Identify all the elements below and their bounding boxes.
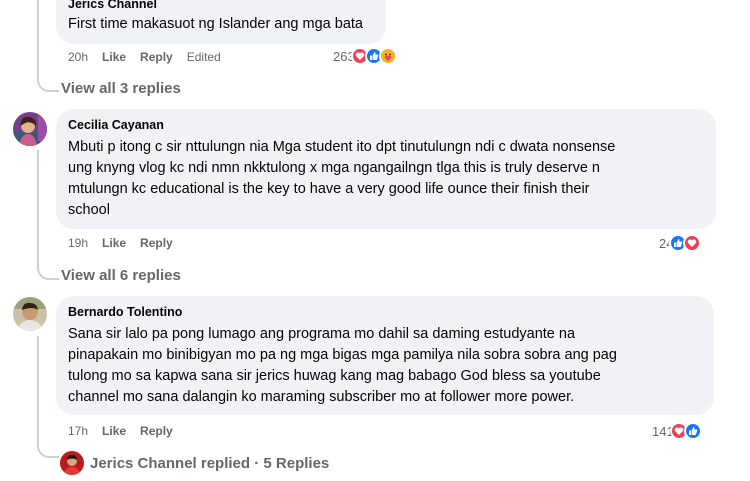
replied-summary-text: Jerics Channel replied · 5 Replies — [90, 454, 330, 472]
comment-author[interactable]: Jerics Channel — [68, 0, 374, 12]
thread-elbow — [37, 264, 59, 280]
comment-actions: 20h Like Reply Edited — [68, 50, 235, 64]
view-replies-link[interactable]: View all 3 replies — [61, 80, 181, 97]
care-icon — [378, 47, 397, 65]
view-replies-link[interactable]: View all 6 replies — [61, 267, 181, 284]
reaction-summary[interactable]: 263 — [333, 47, 397, 65]
heart-icon — [683, 234, 702, 252]
like-button[interactable]: Like — [102, 236, 126, 250]
comment-bubble: Bernardo Tolentino Sana sir lalo pa pong… — [56, 296, 714, 415]
comment-text-line: mtulungn kc educational is the key to ha… — [68, 181, 590, 197]
comment-text-line: pinapakain mo binibigyan mo pa ng mga bi… — [68, 347, 617, 363]
comment-time[interactable]: 20h — [68, 50, 88, 64]
like-icon — [683, 422, 702, 440]
comment-text-line: Mbuti p itong c sir nttulungn nia Mga st… — [68, 139, 616, 155]
comment-actions: 19h Like Reply — [68, 236, 187, 250]
comment-bubble: Cecilia Cayanan Mbuti p itong c sir nttu… — [56, 109, 716, 229]
comment-author[interactable]: Bernardo Tolentino — [68, 304, 702, 320]
comment-time[interactable]: 17h — [68, 424, 88, 438]
thread-line — [37, 0, 39, 80]
comment-bubble: Jerics Channel First time makasuot ng Is… — [56, 0, 386, 44]
avatar[interactable] — [13, 112, 47, 146]
comment-actions: 17h Like Reply — [68, 424, 187, 438]
reply-button[interactable]: Reply — [140, 236, 173, 250]
thread-elbow — [37, 76, 59, 92]
thread-elbow — [37, 442, 59, 458]
like-button[interactable]: Like — [102, 424, 126, 438]
comment-author[interactable]: Cecilia Cayanan — [68, 117, 704, 133]
reaction-summary[interactable]: 141 — [652, 422, 702, 440]
edited-label: Edited — [186, 50, 221, 64]
comment-text-line: school — [68, 202, 110, 218]
comment-text-line: tulong mo sa kapwa sana sir jerics huwag… — [68, 368, 601, 384]
comment-text-line: channel mo sana dalangin ko maraming sub… — [68, 389, 575, 405]
thread-line — [37, 150, 39, 268]
comment-text-line: Sana sir lalo pa pong lumago ang program… — [68, 326, 576, 342]
like-button[interactable]: Like — [102, 50, 126, 64]
comment-text: First time makasuot ng Islander ang mga … — [68, 16, 363, 32]
comment-text-line: ung knyng vlog kc ndi nmn nkktulong x mg… — [68, 160, 600, 176]
replied-summary-link[interactable]: Jerics Channel replied · 5 Replies — [60, 451, 329, 475]
reply-button[interactable]: Reply — [140, 424, 173, 438]
reply-button[interactable]: Reply — [140, 50, 173, 64]
avatar — [60, 451, 84, 475]
avatar[interactable] — [13, 297, 47, 331]
reaction-summary[interactable]: 24 — [659, 234, 702, 252]
comment-time[interactable]: 19h — [68, 236, 88, 250]
thread-line — [37, 336, 39, 446]
